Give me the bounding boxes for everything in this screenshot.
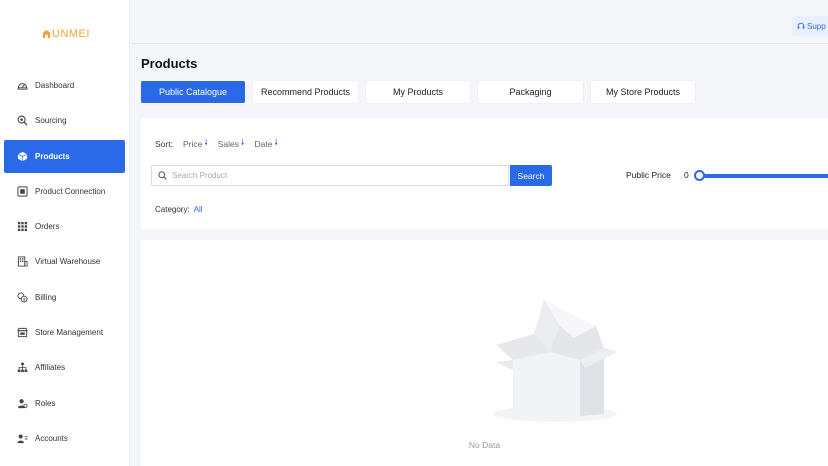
logo-icon (42, 29, 51, 39)
sort-sales[interactable]: Sales 🠗 (218, 137, 245, 151)
product-list-area: No Data (141, 240, 828, 466)
empty-state-text: No Data (468, 440, 501, 450)
arrow-down-icon: 🠗 (241, 138, 245, 147)
category-row: Category: All (155, 205, 203, 214)
sidebar-item-sourcing[interactable]: Sourcing (4, 104, 125, 137)
search-field (151, 165, 509, 186)
sidebar-item-label: Sourcing (35, 116, 67, 125)
sort-option-label: Price (182, 139, 203, 149)
sourcing-search-icon (17, 115, 28, 126)
affiliates-icon (17, 362, 28, 373)
price-slider-track[interactable] (699, 174, 828, 178)
sidebar-item-label: Roles (35, 399, 56, 408)
price-filter-label: Public Price (626, 170, 671, 180)
arrow-down-icon: 🠗 (274, 138, 278, 147)
warehouse-icon (17, 256, 28, 267)
product-tabs: Public Catalogue Recommend Products My P… (141, 81, 695, 103)
roles-icon (17, 398, 28, 409)
sidebar-item-label: Billing (35, 293, 57, 302)
logo-text: UNMEI (52, 28, 90, 40)
empty-box-illustration (493, 300, 618, 422)
sidebar-item-virtual-warehouse[interactable]: Virtual Warehouse (4, 245, 125, 278)
category-label: Category: (155, 205, 190, 214)
accounts-icon (17, 433, 28, 444)
top-bar: Supp (131, 10, 828, 44)
sort-row: Sort: Price 🠗 Sales 🠗 Date 🠗 (155, 137, 278, 151)
sidebar-item-products[interactable]: Products (4, 140, 125, 173)
sidebar-item-dashboard[interactable]: Dashboard (4, 69, 125, 102)
connection-icon (17, 186, 28, 197)
store-icon (17, 327, 28, 338)
search-input[interactable] (172, 171, 492, 180)
sidebar: UNMEI Dashboard Sourcing Products Produc… (0, 0, 130, 466)
sidebar-item-product-connection[interactable]: Product Connection (4, 175, 125, 208)
sidebar-item-label: Virtual Warehouse (35, 257, 101, 266)
sidebar-item-label: Product Connection (35, 187, 106, 196)
sort-date[interactable]: Date 🠗 (254, 137, 277, 151)
support-button[interactable]: Supp (792, 16, 828, 36)
price-slider-handle[interactable] (694, 170, 705, 181)
sidebar-item-label: Orders (35, 222, 60, 231)
sidebar-item-affiliates[interactable]: Affiliates (4, 351, 125, 384)
sidebar-item-roles[interactable]: Roles (4, 387, 125, 420)
sort-label: Sort: (155, 139, 173, 149)
arrow-down-icon: 🠗 (204, 138, 208, 147)
search-icon (158, 171, 167, 180)
sidebar-item-billing[interactable]: $ Billing (4, 281, 125, 314)
brand-logo[interactable]: UNMEI (42, 28, 90, 40)
sort-option-label: Date (254, 139, 273, 149)
tab-recommend-products[interactable]: Recommend Products (253, 81, 358, 103)
tab-my-products[interactable]: My Products (366, 81, 470, 103)
sidebar-item-label: Dashboard (35, 81, 75, 90)
category-all-link[interactable]: All (194, 205, 203, 214)
sidebar-item-label: Affiliates (35, 363, 66, 372)
tab-packaging[interactable]: Packaging (478, 81, 583, 103)
price-min-value: 0 (684, 170, 689, 180)
tab-public-catalogue[interactable]: Public Catalogue (141, 81, 245, 103)
search-button[interactable]: Search (510, 165, 552, 186)
sidebar-item-store-management[interactable]: Store Management (4, 316, 125, 349)
headset-icon (797, 22, 805, 29)
sidebar-item-label: Accounts (35, 434, 68, 443)
sort-option-label: Sales (217, 139, 240, 149)
filter-panel: Sort: Price🠗 Sales🠗 Date🠗 Search Public … (141, 118, 828, 229)
billing-icon: $ (17, 292, 28, 303)
tab-my-store-products[interactable]: My Store Products (591, 81, 695, 103)
box-icon (17, 151, 28, 162)
sidebar-item-orders[interactable]: Orders (4, 210, 125, 243)
sort-price[interactable]: Price 🠗 (183, 137, 208, 151)
sidebar-item-label: Store Management (35, 328, 104, 337)
grid-icon (17, 221, 28, 232)
dashboard-icon (17, 80, 28, 91)
sidebar-item-accounts[interactable]: Accounts (4, 422, 125, 455)
support-label: Supp (807, 21, 826, 31)
sidebar-item-label: Products (35, 152, 70, 161)
page-title: Products (141, 56, 198, 71)
